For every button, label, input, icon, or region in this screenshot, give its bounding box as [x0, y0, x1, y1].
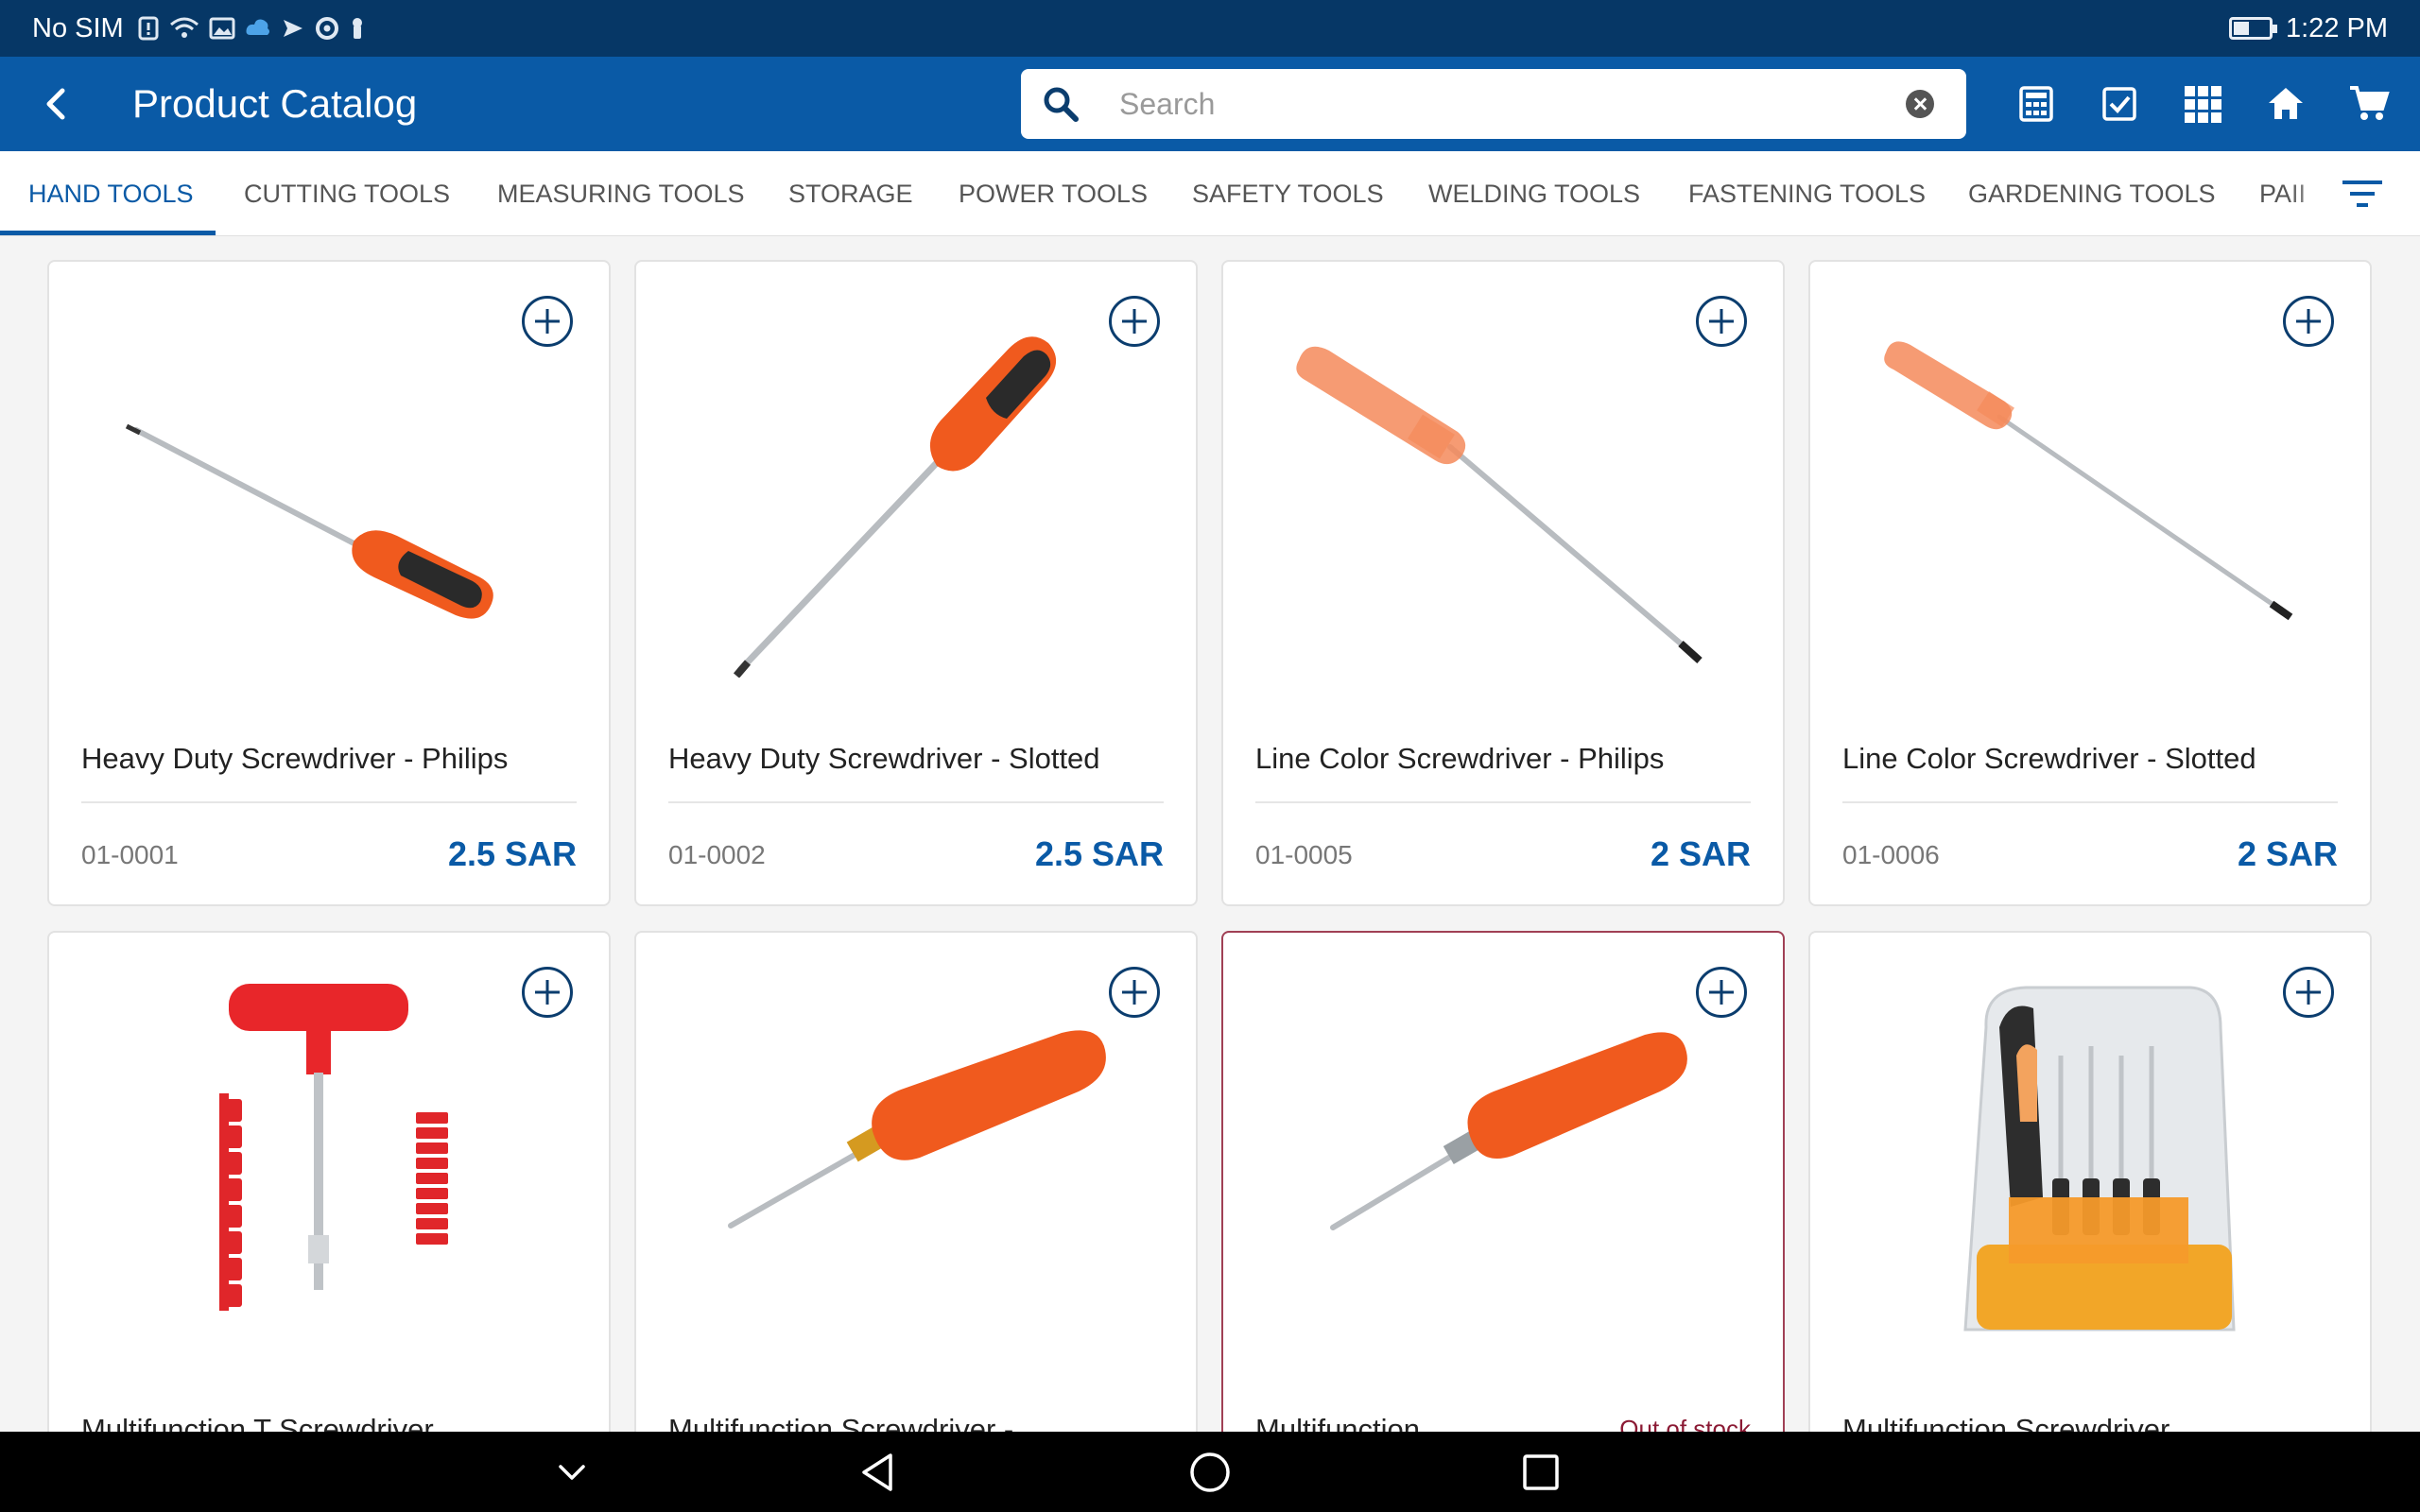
battery-icon — [2229, 17, 2277, 40]
chrome-icon — [315, 17, 338, 40]
nav-home-icon — [1190, 1452, 1230, 1492]
calculator-button[interactable] — [1995, 57, 2078, 151]
checklist-button[interactable] — [2078, 57, 2161, 151]
out-of-stock-label: Out of stock — [1619, 1415, 1751, 1432]
product-sku: 01-0001 — [81, 840, 179, 869]
divider — [1842, 801, 2338, 803]
tab-welding-tools[interactable]: WELDING TOOLS — [1428, 151, 1640, 235]
clock-text: 1:22 PM — [2286, 12, 2388, 43]
product-card[interactable]: Multifunction Screwdriver — [1808, 931, 2372, 1432]
product-card[interactable]: Heavy Duty Screwdriver - Philips 01-0001… — [47, 260, 611, 906]
back-button[interactable] — [0, 57, 113, 151]
tab-fastening-tools[interactable]: FASTENING TOOLS — [1688, 151, 1926, 235]
product-grid: Heavy Duty Screwdriver - Philips 01-0001… — [0, 236, 2420, 1432]
tab-power-tools[interactable]: POWER TOOLS — [959, 151, 1148, 235]
divider — [81, 801, 577, 803]
home-icon — [2269, 88, 2303, 119]
product-sku: 01-0006 — [1842, 840, 1940, 869]
product-image — [1330, 1032, 1687, 1230]
search-input[interactable] — [1119, 86, 1906, 122]
search-icon — [1044, 87, 1079, 122]
product-sku: 01-0005 — [1255, 840, 1353, 869]
product-name: Line Color Screwdriver - Slotted — [1842, 742, 2256, 775]
product-image — [1296, 346, 1703, 663]
grid-button[interactable] — [2161, 57, 2244, 151]
nav-back-button[interactable] — [837, 1432, 922, 1512]
home-button[interactable] — [2244, 57, 2327, 151]
grid-icon — [2185, 86, 2221, 123]
checklist-icon — [2102, 87, 2136, 121]
product-card[interactable]: Line Color Screwdriver - Slotted 01-0006… — [1808, 260, 2372, 906]
product-name: Line Color Screwdriver - Philips — [1255, 742, 1665, 775]
tab-storage[interactable]: STORAGE — [788, 151, 913, 235]
nav-recents-icon — [1523, 1453, 1559, 1490]
carrier-text: No SIM — [32, 12, 124, 43]
product-image — [1963, 986, 2236, 1332]
notification-icons — [137, 16, 366, 41]
back-arrow-icon — [46, 88, 65, 120]
nav-recents-button[interactable] — [1498, 1432, 1583, 1512]
sim-alert-icon — [138, 16, 159, 41]
product-card[interactable]: Heavy Duty Screwdriver - Slotted 01-0002… — [634, 260, 1198, 906]
product-image — [733, 336, 1057, 678]
nav-back-icon — [862, 1452, 892, 1491]
tab-hand-tools[interactable]: HAND TOOLS — [28, 151, 194, 235]
product-name: Multifunction Screwdriver - — [668, 1413, 1014, 1432]
search-bar[interactable] — [1021, 69, 1966, 139]
gallery-icon — [209, 17, 235, 40]
product-name: Multifunction — [1255, 1413, 1421, 1432]
product-card[interactable]: Multifunction Out of stock — [1221, 931, 1785, 1432]
tab-safety-tools[interactable]: SAFETY TOOLS — [1192, 151, 1384, 235]
nav-collapse-icon — [559, 1464, 585, 1480]
product-name: Heavy Duty Screwdriver - Slotted — [668, 742, 1100, 775]
tab-cutting-tools[interactable]: CUTTING TOOLS — [244, 151, 450, 235]
product-name: Multifunction Screwdriver — [1842, 1413, 2170, 1432]
calculator-icon — [2019, 86, 2053, 122]
action-icons — [1995, 57, 2420, 151]
divider — [668, 801, 1164, 803]
product-card[interactable]: Multifunction T Screwdriver — [47, 931, 611, 1432]
divider — [1255, 801, 1751, 803]
cart-icon — [2350, 86, 2390, 120]
product-name: Heavy Duty Screwdriver - Philips — [81, 742, 509, 775]
lock-icon — [352, 18, 362, 39]
product-name: Multifunction T Screwdriver — [81, 1413, 434, 1432]
system-nav-bar — [0, 1432, 2420, 1512]
product-image — [125, 423, 493, 619]
filter-button[interactable] — [2341, 172, 2384, 215]
product-image — [219, 984, 448, 1311]
tab-measuring-tools[interactable]: MEASURING TOOLS — [497, 151, 745, 235]
product-card[interactable]: Multifunction Screwdriver - — [634, 931, 1198, 1432]
product-image — [1884, 341, 2293, 621]
status-bar: No SIM 1:22 PM — [0, 0, 2420, 57]
nav-home-button[interactable] — [1167, 1432, 1253, 1512]
send-icon — [283, 20, 302, 37]
product-card[interactable]: Line Color Screwdriver - Philips 01-0005… — [1221, 260, 1785, 906]
cloud-icon — [246, 19, 269, 35]
product-sku: 01-0002 — [668, 840, 766, 869]
app-bar: Product Catalog — [0, 57, 2420, 151]
product-price: 2 SAR — [2237, 834, 2338, 873]
wifi-icon — [169, 17, 199, 38]
product-price: 2 SAR — [1650, 834, 1751, 873]
product-image — [728, 1030, 1106, 1228]
product-price: 2.5 SAR — [1034, 834, 1164, 873]
category-tabs: HAND TOOLS CUTTING TOOLS MEASURING TOOLS… — [0, 151, 2420, 236]
filter-icon — [2342, 180, 2382, 207]
active-tab-indicator — [0, 231, 216, 235]
product-price: 2.5 SAR — [447, 834, 577, 873]
clear-icon[interactable] — [1906, 90, 1934, 118]
nav-collapse-button[interactable] — [529, 1432, 614, 1512]
tab-gardening-tools[interactable]: GARDENING TOOLS — [1968, 151, 2216, 235]
cart-button[interactable] — [2327, 57, 2411, 151]
page-title: Product Catalog — [132, 81, 418, 126]
